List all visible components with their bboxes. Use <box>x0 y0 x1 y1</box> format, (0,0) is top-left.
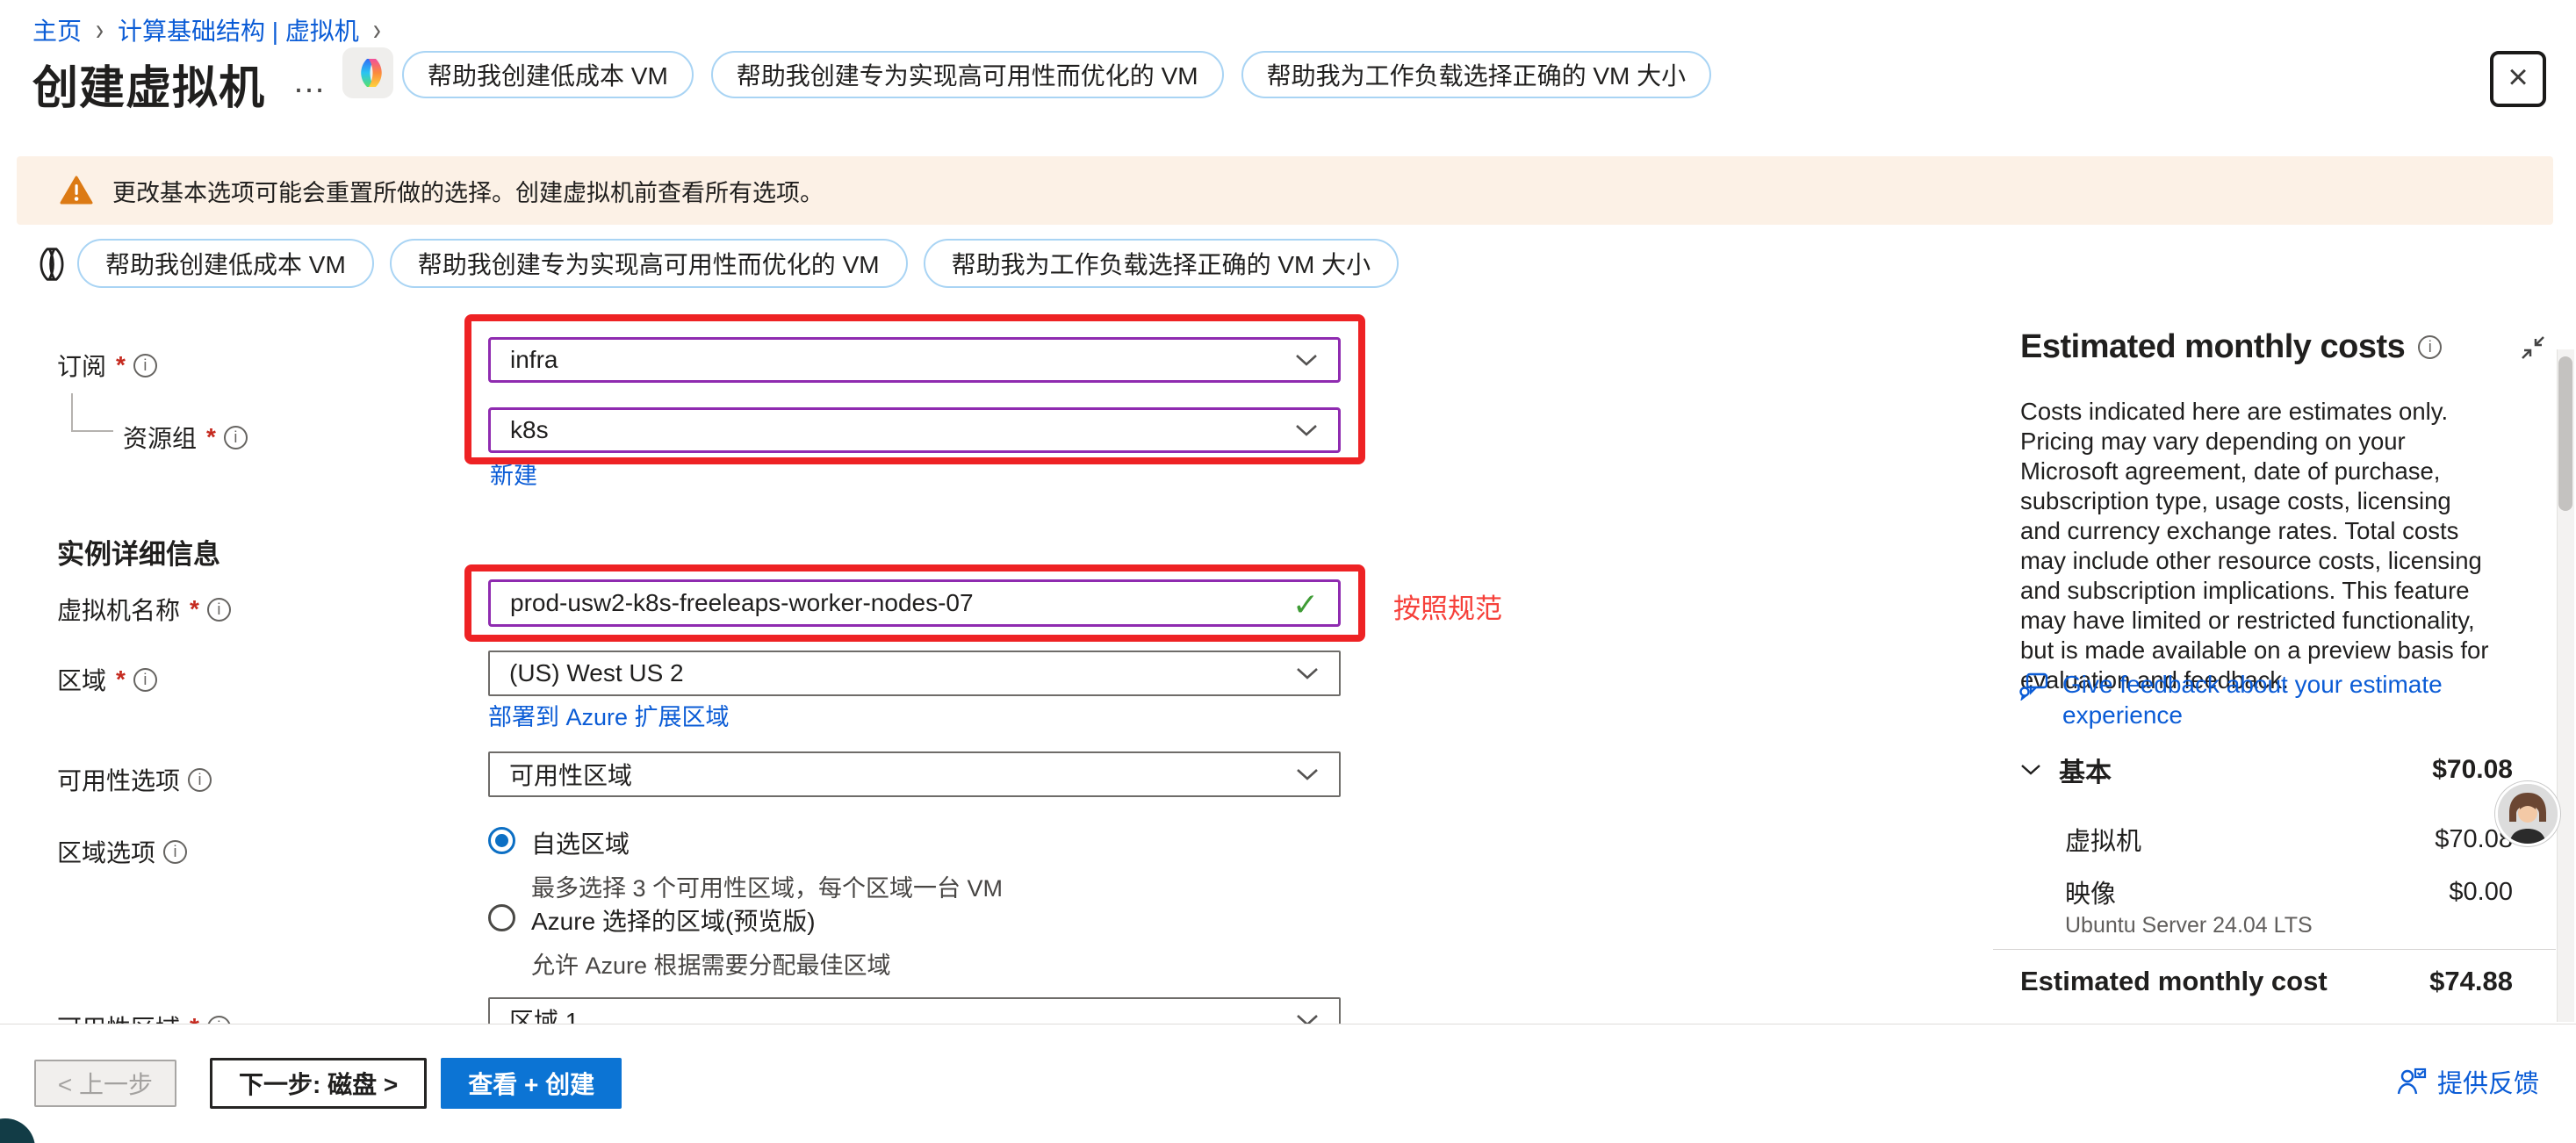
region-select[interactable]: (US) West US 2 <box>488 651 1341 696</box>
info-icon[interactable]: i <box>2418 335 2442 359</box>
info-icon[interactable]: i <box>133 354 157 377</box>
zone-option-self-select[interactable]: 自选区域 最多选择 3 个可用性区域，每个区域一台 VM <box>488 825 1003 903</box>
feedback-bubbles-icon <box>2018 669 2050 701</box>
avatar-girl-icon <box>2498 784 2558 844</box>
subscription-value: infra <box>510 346 558 374</box>
extended-zone-link[interactable]: 部署到 Azure 扩展区域 <box>488 698 730 732</box>
close-icon: × <box>2508 60 2528 95</box>
wizard-buttons: < 上一步 下一步: 磁盘 > 查看 + 创建 <box>34 1058 622 1109</box>
cost-item-subtext: Ubuntu Server 24.04 LTS <box>2020 913 2513 938</box>
cost-item-row: 虚拟机 $70.08 <box>2020 821 2513 858</box>
cost-group-name: 基本 <box>2059 751 2112 789</box>
breadcrumb-home[interactable]: 主页 <box>32 12 82 47</box>
zone-options-label: 区域选项 i <box>57 834 187 869</box>
chevron-right-icon: › <box>373 12 381 47</box>
info-icon[interactable]: i <box>163 840 187 864</box>
cost-total-row: Estimated monthly cost $74.88 <box>2020 966 2513 997</box>
tree-connector <box>71 393 73 430</box>
give-feedback-link[interactable]: 提供反馈 <box>2397 1063 2539 1100</box>
resource-group-select[interactable]: k8s <box>488 407 1341 453</box>
chevron-down-icon <box>1294 353 1319 367</box>
availability-options-select[interactable]: 可用性区域 <box>488 751 1341 797</box>
required-asterisk: * <box>190 595 199 623</box>
copilot-outline-icon <box>28 244 68 289</box>
warning-icon <box>60 176 93 205</box>
previous-button[interactable]: < 上一步 <box>34 1060 176 1107</box>
chevron-down-icon <box>1295 666 1320 680</box>
radio-unselected-icon[interactable] <box>488 904 515 931</box>
page-title: 创建虚拟机 <box>32 51 265 117</box>
radio-description: 允许 Azure 根据需要分配最佳区域 <box>531 946 891 981</box>
required-asterisk: * <box>116 351 126 379</box>
cost-group-row[interactable]: 基本 $70.08 <box>2020 751 2513 789</box>
breadcrumb-section[interactable]: 计算基础结构 | 虚拟机 <box>118 12 359 47</box>
create-new-link[interactable]: 新建 <box>490 456 537 491</box>
region-value: (US) West US 2 <box>509 659 684 687</box>
cost-panel-title: Estimated monthly costs <box>2020 328 2405 366</box>
chip-right-vm-size[interactable]: 帮助我为工作负载选择正确的 VM 大小 <box>1241 51 1712 98</box>
resource-group-label: 资源组 * i <box>123 420 248 455</box>
instance-details-section-title: 实例详细信息 <box>57 532 220 572</box>
info-icon[interactable]: i <box>224 426 248 449</box>
info-icon[interactable]: i <box>133 668 157 692</box>
required-asterisk: * <box>206 423 216 451</box>
required-asterisk: * <box>116 665 126 694</box>
chevron-down-icon <box>1294 423 1319 437</box>
radio-description: 最多选择 3 个可用性区域，每个区域一台 VM <box>531 869 1003 903</box>
annotation-note: 按照规范 <box>1393 586 1502 626</box>
availability-options-value: 可用性区域 <box>509 757 632 792</box>
resource-group-value: k8s <box>510 416 549 444</box>
person-feedback-icon <box>2397 1068 2427 1096</box>
chevron-down-icon <box>2020 764 2041 776</box>
chevron-right-icon: › <box>96 12 104 47</box>
zone-option-azure-select[interactable]: Azure 选择的区域(预览版) 允许 Azure 根据需要分配最佳区域 <box>488 902 891 981</box>
region-label: 区域 * i <box>57 662 157 697</box>
cost-panel-description: Costs indicated here are estimates only.… <box>2020 397 2494 695</box>
cost-item-row: 映像 $0.00 <box>2020 873 2513 910</box>
cost-group-value: $70.08 <box>2432 755 2513 785</box>
estimate-feedback-link[interactable]: Give feedback about your estimate experi… <box>2018 669 2475 730</box>
valid-check-icon: ✓ <box>1292 586 1319 623</box>
close-button[interactable]: × <box>2490 51 2546 107</box>
assistant-avatar[interactable] <box>2495 781 2560 846</box>
more-menu-icon[interactable]: … <box>292 63 328 101</box>
chip-high-availability-vm[interactable]: 帮助我创建专为实现高可用性而优化的 VM <box>390 239 908 288</box>
cost-panel-header: Estimated monthly costs i <box>2020 328 2547 366</box>
chip-high-availability-vm[interactable]: 帮助我创建专为实现高可用性而优化的 VM <box>711 51 1224 98</box>
info-icon[interactable]: i <box>207 598 231 622</box>
scrollbar-thumb[interactable] <box>2558 356 2572 511</box>
warning-banner: 更改基本选项可能会重置所做的选择。创建虚拟机前查看所有选项。 <box>17 156 2553 225</box>
footer-bar: < 上一步 下一步: 磁盘 > 查看 + 创建 提供反馈 <box>0 1024 2576 1143</box>
tree-connector <box>71 430 113 432</box>
breadcrumb: 主页 › 计算基础结构 | 虚拟机 › <box>32 12 381 47</box>
radio-label: 自选区域 <box>531 830 630 858</box>
info-icon[interactable]: i <box>188 768 212 792</box>
chip-low-cost-vm[interactable]: 帮助我创建低成本 VM <box>77 239 374 288</box>
review-create-button[interactable]: 查看 + 创建 <box>441 1058 622 1109</box>
subscription-label: 订阅 * i <box>57 348 157 383</box>
vm-name-input[interactable] <box>488 579 1341 627</box>
chip-right-vm-size[interactable]: 帮助我为工作负载选择正确的 VM 大小 <box>924 239 1400 288</box>
radio-selected-icon[interactable] <box>488 827 515 854</box>
copilot-icon[interactable] <box>342 47 393 98</box>
subscription-select[interactable]: infra <box>488 337 1341 383</box>
copilot-logo-icon <box>350 55 385 90</box>
collapse-panel-icon[interactable] <box>2519 334 2547 362</box>
radio-label: Azure 选择的区域(预览版) <box>531 908 816 935</box>
next-disks-button[interactable]: 下一步: 磁盘 > <box>210 1058 427 1109</box>
copilot-suggestion-chips-top: 帮助我创建低成本 VM 帮助我创建专为实现高可用性而优化的 VM 帮助我为工作负… <box>402 51 1711 98</box>
copilot-suggestion-chips: 帮助我创建低成本 VM 帮助我创建专为实现高可用性而优化的 VM 帮助我为工作负… <box>77 239 1399 288</box>
chip-low-cost-vm[interactable]: 帮助我创建低成本 VM <box>402 51 694 98</box>
vm-name-label: 虚拟机名称 * i <box>57 592 231 627</box>
availability-options-label: 可用性选项 i <box>57 762 212 797</box>
create-vm-page: 主页 › 计算基础结构 | 虚拟机 › 创建虚拟机 … 帮助我创建低成本 VM … <box>0 0 2576 1143</box>
divider <box>1993 949 2556 950</box>
warning-text: 更改基本选项可能会重置所做的选择。创建虚拟机前查看所有选项。 <box>112 174 824 208</box>
chevron-down-icon <box>1295 767 1320 781</box>
